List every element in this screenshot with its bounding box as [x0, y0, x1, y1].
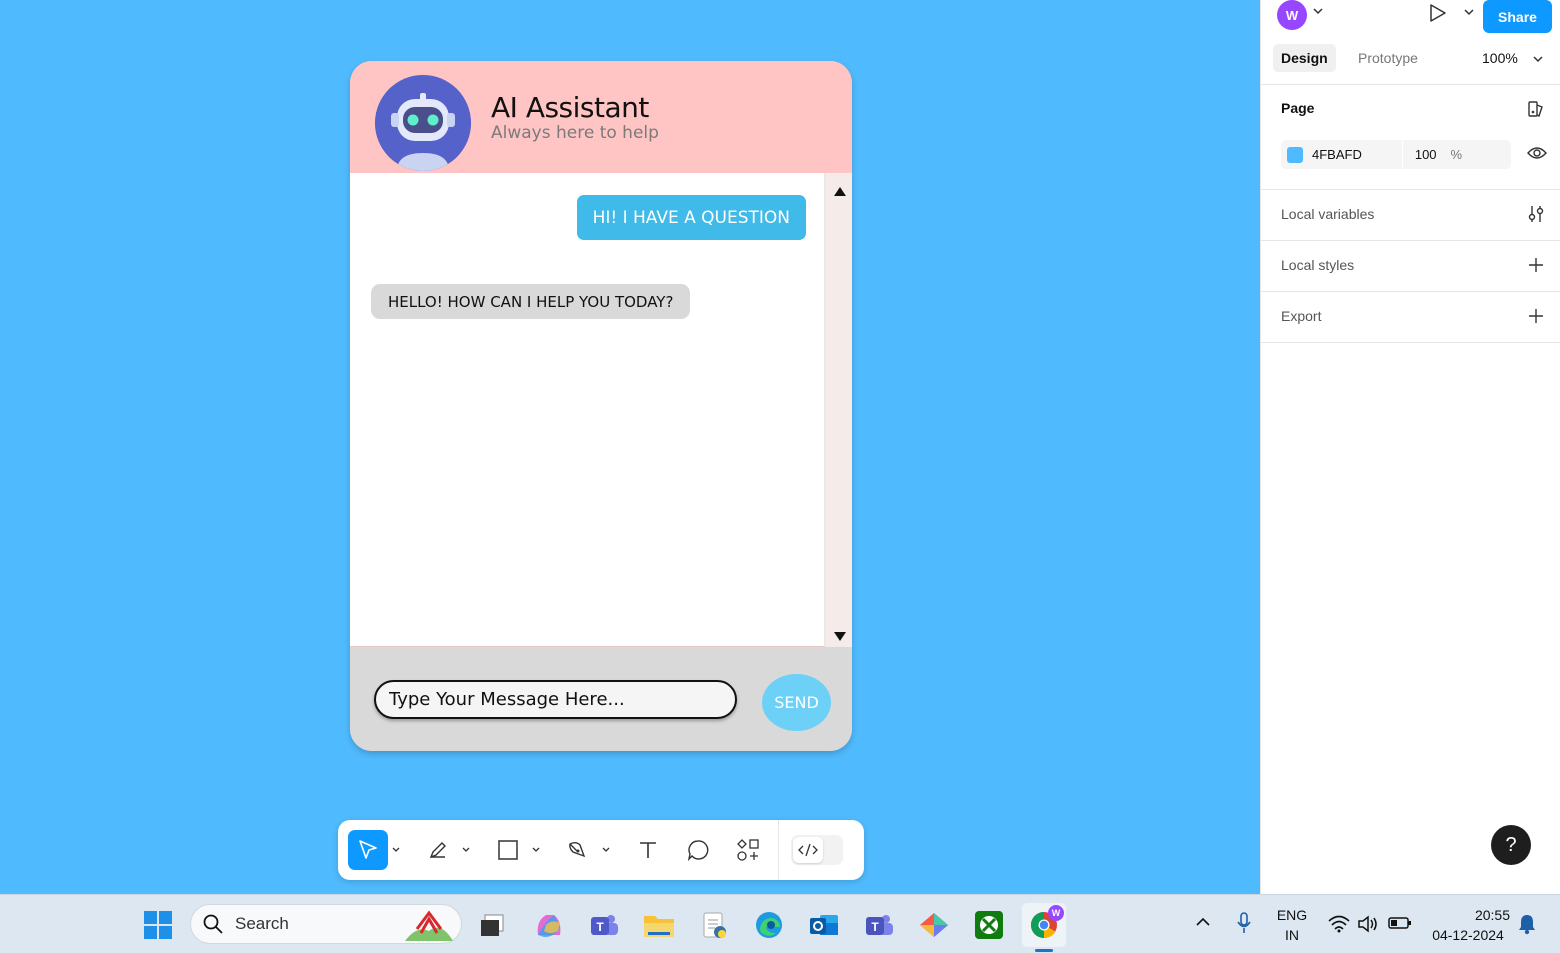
chat-input-bar: SEND [350, 647, 852, 751]
play-icon[interactable] [1429, 3, 1447, 23]
microphone-icon[interactable] [1236, 911, 1252, 935]
teams-work-icon[interactable]: T [857, 903, 901, 947]
page-styles-icon[interactable] [1527, 100, 1545, 118]
plus-icon[interactable] [1529, 258, 1543, 272]
page-color-field[interactable]: 4FBAFD 100 % [1281, 140, 1511, 169]
chrome-icon[interactable]: W [1022, 903, 1066, 952]
chevron-down-icon[interactable] [1464, 8, 1474, 16]
xbox-icon[interactable] [967, 903, 1011, 947]
page-color-hex[interactable]: 4FBAFD [1312, 147, 1362, 162]
chevron-down-icon[interactable] [458, 830, 474, 870]
divider [1261, 342, 1560, 343]
export-label[interactable]: Export [1281, 308, 1321, 324]
chevron-down-icon[interactable] [528, 830, 544, 870]
clock-time: 20:55 [1474, 907, 1510, 923]
local-styles-label[interactable]: Local styles [1281, 257, 1354, 273]
active-app-indicator [1035, 949, 1053, 952]
battery-icon[interactable] [1388, 916, 1412, 930]
tab-prototype[interactable]: Prototype [1350, 44, 1426, 72]
chat-scrollbar[interactable] [824, 173, 852, 647]
page-section-title: Page [1281, 100, 1315, 116]
edge-icon[interactable] [747, 903, 791, 947]
file-explorer-icon[interactable] [637, 903, 681, 947]
notification-bell-icon[interactable] [1518, 913, 1536, 935]
language-region: IN [1285, 927, 1299, 943]
windows-taskbar: Search T T W ENG IN 20:55 04-12-2024 [0, 894, 1560, 953]
app-icon[interactable] [912, 903, 956, 947]
task-view-icon[interactable] [470, 903, 514, 947]
text-tool-icon[interactable] [628, 830, 668, 870]
search-icon [203, 914, 223, 934]
variables-icon[interactable] [1528, 205, 1544, 223]
taskbar-search[interactable]: Search [190, 904, 462, 944]
chevron-up-icon[interactable] [1196, 917, 1210, 927]
design-canvas[interactable]: AI Assistant Always here to help HI! I H… [0, 0, 1260, 894]
divider [1261, 84, 1560, 85]
chat-messages[interactable]: HI! I HAVE A QUESTION HELLO! HOW CAN I H… [350, 173, 852, 647]
chat-frame[interactable]: AI Assistant Always here to help HI! I H… [350, 61, 852, 751]
clock-date: 04-12-2024 [1432, 927, 1504, 943]
send-button[interactable]: SEND [762, 674, 831, 731]
bot-message: HELLO! HOW CAN I HELP YOU TODAY? [371, 284, 691, 319]
chevron-down-icon[interactable] [1313, 7, 1323, 15]
properties-panel: W Share Design Prototype 100% Page 4FBAF… [1260, 0, 1560, 894]
chevron-down-icon[interactable] [388, 830, 404, 870]
volume-icon[interactable] [1357, 915, 1379, 933]
notepad-icon[interactable] [692, 903, 736, 947]
chat-title: AI Assistant [491, 91, 649, 124]
robot-avatar-icon [375, 75, 471, 171]
message-input[interactable] [374, 680, 737, 719]
wifi-icon[interactable] [1328, 915, 1350, 933]
design-toolbar [338, 820, 864, 880]
chrome-profile-badge: W [1048, 905, 1064, 921]
divider [1401, 140, 1403, 169]
user-avatar[interactable]: W [1277, 0, 1307, 30]
divider [1261, 291, 1560, 292]
plus-icon[interactable] [1529, 309, 1543, 323]
divider [1261, 240, 1560, 241]
local-variables-label[interactable]: Local variables [1281, 206, 1374, 222]
user-message: HI! I HAVE A QUESTION [576, 195, 806, 240]
code-icon [793, 837, 823, 863]
color-swatch[interactable] [1287, 146, 1303, 163]
chat-subtitle: Always here to help [491, 123, 659, 143]
language-code: ENG [1276, 907, 1308, 923]
svg-text:T: T [596, 920, 604, 934]
start-icon[interactable] [136, 903, 180, 947]
search-highlight-icon [405, 910, 453, 941]
chevron-down-icon[interactable] [598, 830, 614, 870]
chat-header: AI Assistant Always here to help [350, 61, 852, 173]
move-tool-icon[interactable] [348, 830, 388, 870]
language-indicator[interactable]: ENG IN [1272, 905, 1312, 945]
frame-tool-icon[interactable] [488, 830, 528, 870]
eye-icon[interactable] [1527, 145, 1547, 161]
teams-icon[interactable]: T [582, 903, 626, 947]
pencil-tool-icon[interactable] [418, 830, 458, 870]
chevron-down-icon[interactable] [1533, 55, 1543, 63]
dev-mode-toggle[interactable] [791, 835, 843, 865]
comment-tool-icon[interactable] [678, 830, 718, 870]
copilot-icon[interactable] [527, 903, 571, 947]
help-button[interactable]: ? [1491, 825, 1531, 865]
clock[interactable]: 20:55 04-12-2024 [1420, 905, 1516, 945]
zoom-level[interactable]: 100% [1482, 44, 1518, 72]
search-label: Search [235, 914, 289, 933]
toolbar-divider [778, 820, 779, 880]
pen-tool-icon[interactable] [558, 830, 598, 870]
svg-text:T: T [871, 920, 879, 934]
scroll-down-arrow-icon[interactable] [834, 632, 846, 641]
percent-unit: % [1450, 147, 1463, 162]
share-button[interactable]: Share [1483, 0, 1552, 33]
actions-tool-icon[interactable] [728, 830, 768, 870]
tab-design[interactable]: Design [1273, 44, 1336, 72]
scroll-up-arrow-icon[interactable] [834, 187, 846, 196]
page-color-opacity[interactable]: 100 [1415, 147, 1437, 162]
outlook-icon[interactable] [802, 903, 846, 947]
divider [1261, 189, 1560, 190]
